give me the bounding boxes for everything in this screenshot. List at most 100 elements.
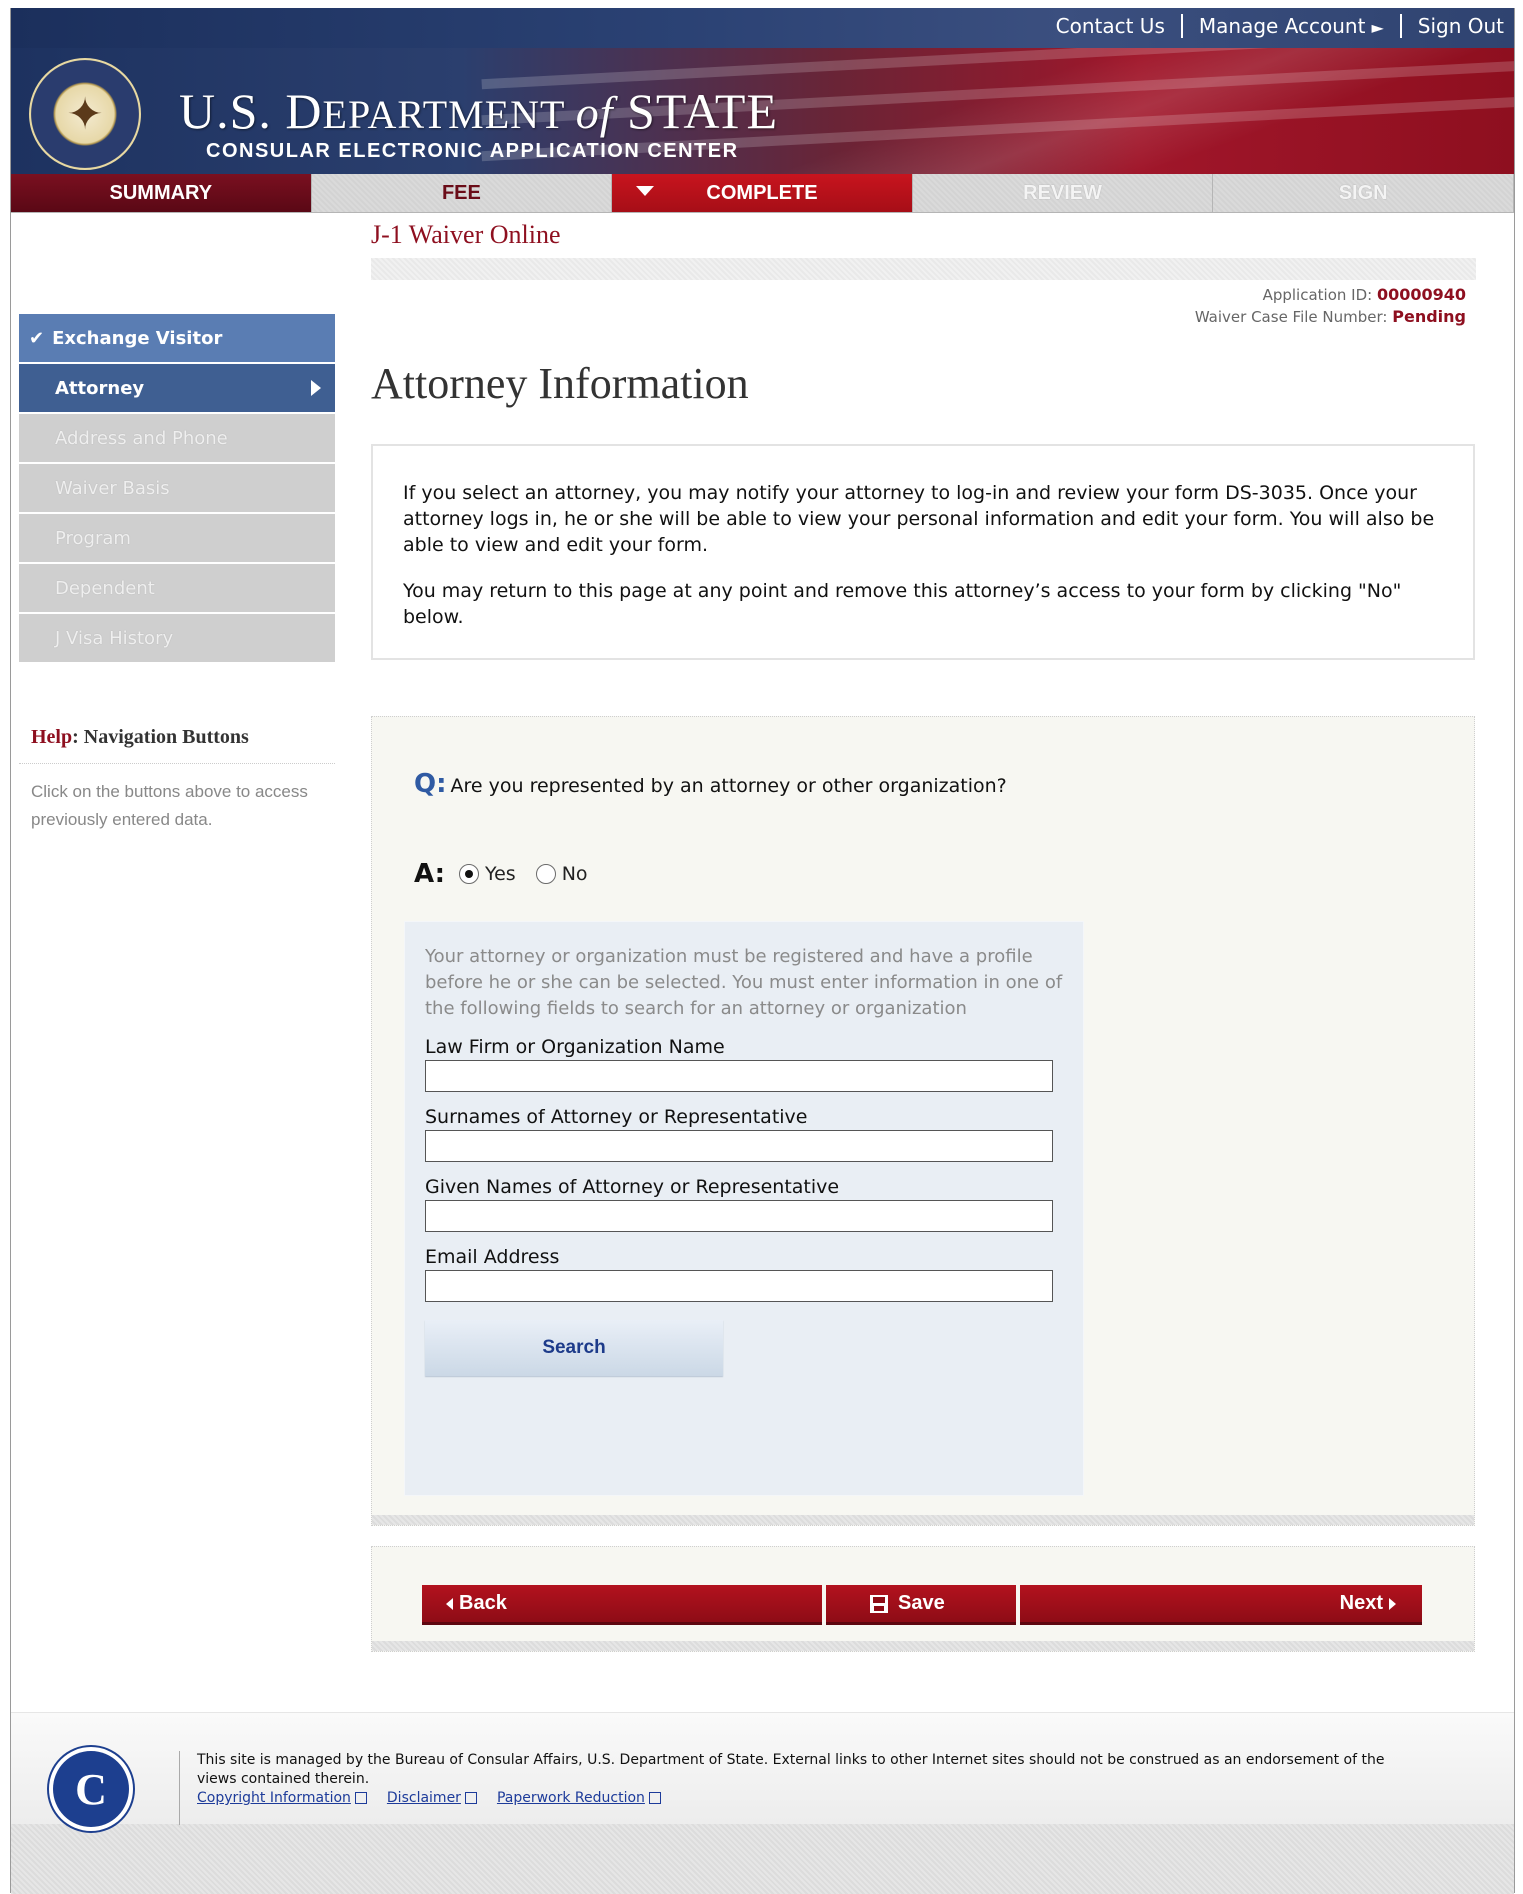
page: Contact Us Manage Account ► Sign Out ✦ U.… bbox=[10, 8, 1515, 1894]
divider bbox=[1180, 14, 1183, 38]
department-seal-icon: ✦ bbox=[29, 58, 141, 170]
sidebar-item-waiver-basis: Waiver Basis bbox=[19, 464, 335, 514]
answer-row: A: Yes No bbox=[414, 859, 608, 889]
disclaimer-link[interactable]: Disclaimer bbox=[387, 1790, 461, 1806]
dept-title-part: U.S. D bbox=[179, 83, 323, 139]
contact-us-link[interactable]: Contact Us bbox=[1056, 14, 1165, 38]
page-title: Attorney Information bbox=[371, 359, 749, 408]
search-note: Your attorney or organization must be re… bbox=[425, 946, 1063, 1019]
caret-right-icon bbox=[1389, 1597, 1396, 1610]
radio-yes-label[interactable]: Yes bbox=[485, 863, 516, 885]
chevron-down-icon bbox=[636, 186, 655, 196]
caret-right-icon: ► bbox=[1371, 18, 1384, 37]
help-text: Click on the buttons above to access pre… bbox=[31, 782, 308, 829]
save-icon bbox=[870, 1594, 888, 1613]
law-firm-label: Law Firm or Organization Name bbox=[425, 1036, 725, 1058]
question-panel: Q: Are you represented by an attorney or … bbox=[371, 716, 1475, 1526]
sidebar-item-label: Program bbox=[55, 527, 131, 549]
sidebar-item-label: J Visa History bbox=[55, 627, 174, 649]
footer-disclaimer: This site is managed by the Bureau of Co… bbox=[197, 1752, 1385, 1787]
given-names-input[interactable] bbox=[425, 1200, 1053, 1232]
panel-footer bbox=[372, 1641, 1474, 1651]
save-label: Save bbox=[898, 1592, 945, 1614]
question-text: Are you represented by an attorney or ot… bbox=[450, 775, 1007, 797]
step-review: REVIEW bbox=[912, 174, 1214, 212]
footer-links: Copyright Information Disclaimer Paperwo… bbox=[197, 1789, 1397, 1808]
application-id-value: 00000940 bbox=[1376, 285, 1466, 304]
disclaimer-link-wrap: Disclaimer bbox=[387, 1789, 477, 1808]
surname-input[interactable] bbox=[425, 1130, 1053, 1162]
consular-affairs-logo-icon: C bbox=[53, 1751, 129, 1827]
radio-yes[interactable] bbox=[459, 864, 480, 884]
site-footer: C This site is managed by the Bureau of … bbox=[11, 1712, 1514, 1894]
info-paragraph: You may return to this page at any point… bbox=[403, 580, 1402, 628]
paperwork-link-wrap: Paperwork Reduction bbox=[497, 1789, 661, 1808]
external-link-icon bbox=[648, 1792, 661, 1804]
step-fee[interactable]: FEE bbox=[311, 174, 613, 212]
sidebar-nav: ✔ Exchange Visitor Attorney Address and P… bbox=[19, 314, 335, 664]
help-panel: Help: Navigation Buttons Click on the bu… bbox=[19, 708, 335, 848]
sidebar-item-attorney[interactable]: Attorney bbox=[19, 364, 335, 414]
footer-pattern bbox=[11, 1824, 1514, 1894]
application-ids: Application ID: 00000940 Waiver Case Fil… bbox=[1195, 284, 1466, 328]
sidebar-item-exchange-visitor[interactable]: ✔ Exchange Visitor bbox=[19, 314, 335, 364]
step-sign: SIGN bbox=[1213, 174, 1514, 212]
step-complete-label: COMPLETE bbox=[706, 181, 818, 204]
copyright-link-wrap: Copyright Information bbox=[197, 1789, 367, 1808]
next-label: Next bbox=[1339, 1592, 1383, 1614]
help-prefix: Help bbox=[31, 726, 73, 748]
sidebar-item-j-visa-history: J Visa History bbox=[19, 614, 335, 664]
email-label: Email Address bbox=[425, 1246, 560, 1268]
top-bar: Contact Us Manage Account ► Sign Out bbox=[11, 8, 1514, 49]
footer-divider bbox=[179, 1751, 180, 1825]
sign-out-link[interactable]: Sign Out bbox=[1418, 14, 1504, 38]
dept-title-part: EPARTMENT bbox=[322, 92, 576, 137]
header-banner: ✦ U.S. DEPARTMENT of STATE CONSULAR ELEC… bbox=[11, 48, 1514, 174]
case-file-label: Waiver Case File Number: bbox=[1194, 308, 1393, 326]
email-input[interactable] bbox=[425, 1270, 1053, 1302]
manage-account-label: Manage Account bbox=[1198, 14, 1366, 38]
save-button[interactable]: Save bbox=[826, 1585, 1016, 1625]
top-links: Contact Us Manage Account ► Sign Out bbox=[1056, 14, 1504, 38]
search-button[interactable]: Search bbox=[425, 1320, 723, 1376]
info-box: If you select an attorney, you may notif… bbox=[371, 444, 1475, 660]
application-id-label: Application ID: bbox=[1262, 286, 1377, 304]
panel-footer bbox=[372, 1515, 1474, 1525]
progress-steps: SUMMARY FEE COMPLETE REVIEW SIGN bbox=[11, 174, 1514, 213]
given-names-label: Given Names of Attorney or Representativ… bbox=[425, 1176, 840, 1198]
back-button[interactable]: Back bbox=[422, 1585, 822, 1625]
sidebar-item-program: Program bbox=[19, 514, 335, 564]
law-firm-input[interactable] bbox=[425, 1060, 1053, 1092]
question: Q: Are you represented by an attorney or … bbox=[414, 769, 1007, 799]
help-title: Help: Navigation Buttons bbox=[19, 708, 335, 764]
application-name: J-1 Waiver Online bbox=[371, 220, 561, 249]
dept-title-of: of bbox=[575, 87, 614, 138]
step-summary[interactable]: SUMMARY bbox=[11, 174, 312, 212]
info-paragraph: If you select an attorney, you may notif… bbox=[403, 482, 1435, 556]
external-link-icon bbox=[354, 1792, 367, 1804]
department-title: U.S. DEPARTMENT of STATE bbox=[179, 82, 778, 140]
question-prefix: Q: bbox=[414, 769, 447, 799]
sidebar-item-label: Waiver Basis bbox=[55, 477, 170, 499]
sidebar-item-address-phone: Address and Phone bbox=[19, 414, 335, 464]
caret-left-icon bbox=[446, 1597, 453, 1610]
sidebar-item-label: Dependent bbox=[55, 577, 155, 599]
caret-right-icon bbox=[311, 380, 321, 396]
external-link-icon bbox=[464, 1792, 477, 1804]
application-bar bbox=[371, 258, 1476, 280]
manage-account-link[interactable]: Manage Account ► bbox=[1199, 14, 1384, 38]
back-label: Back bbox=[459, 1592, 507, 1614]
paperwork-reduction-link[interactable]: Paperwork Reduction bbox=[497, 1790, 645, 1806]
case-file-value: Pending bbox=[1392, 307, 1466, 326]
surname-label: Surnames of Attorney or Representative bbox=[425, 1106, 808, 1128]
copyright-link[interactable]: Copyright Information bbox=[197, 1790, 351, 1806]
sidebar-item-dependent: Dependent bbox=[19, 564, 335, 614]
next-button[interactable]: Next bbox=[1020, 1585, 1422, 1625]
help-title-text: : Navigation Buttons bbox=[72, 726, 249, 748]
sidebar-item-label: Attorney bbox=[55, 377, 145, 399]
check-icon: ✔ bbox=[29, 327, 45, 349]
radio-no[interactable] bbox=[535, 864, 556, 884]
radio-no-label[interactable]: No bbox=[562, 863, 588, 885]
step-complete[interactable]: COMPLETE bbox=[612, 174, 913, 212]
footer-text-block: This site is managed by the Bureau of Co… bbox=[197, 1751, 1397, 1808]
